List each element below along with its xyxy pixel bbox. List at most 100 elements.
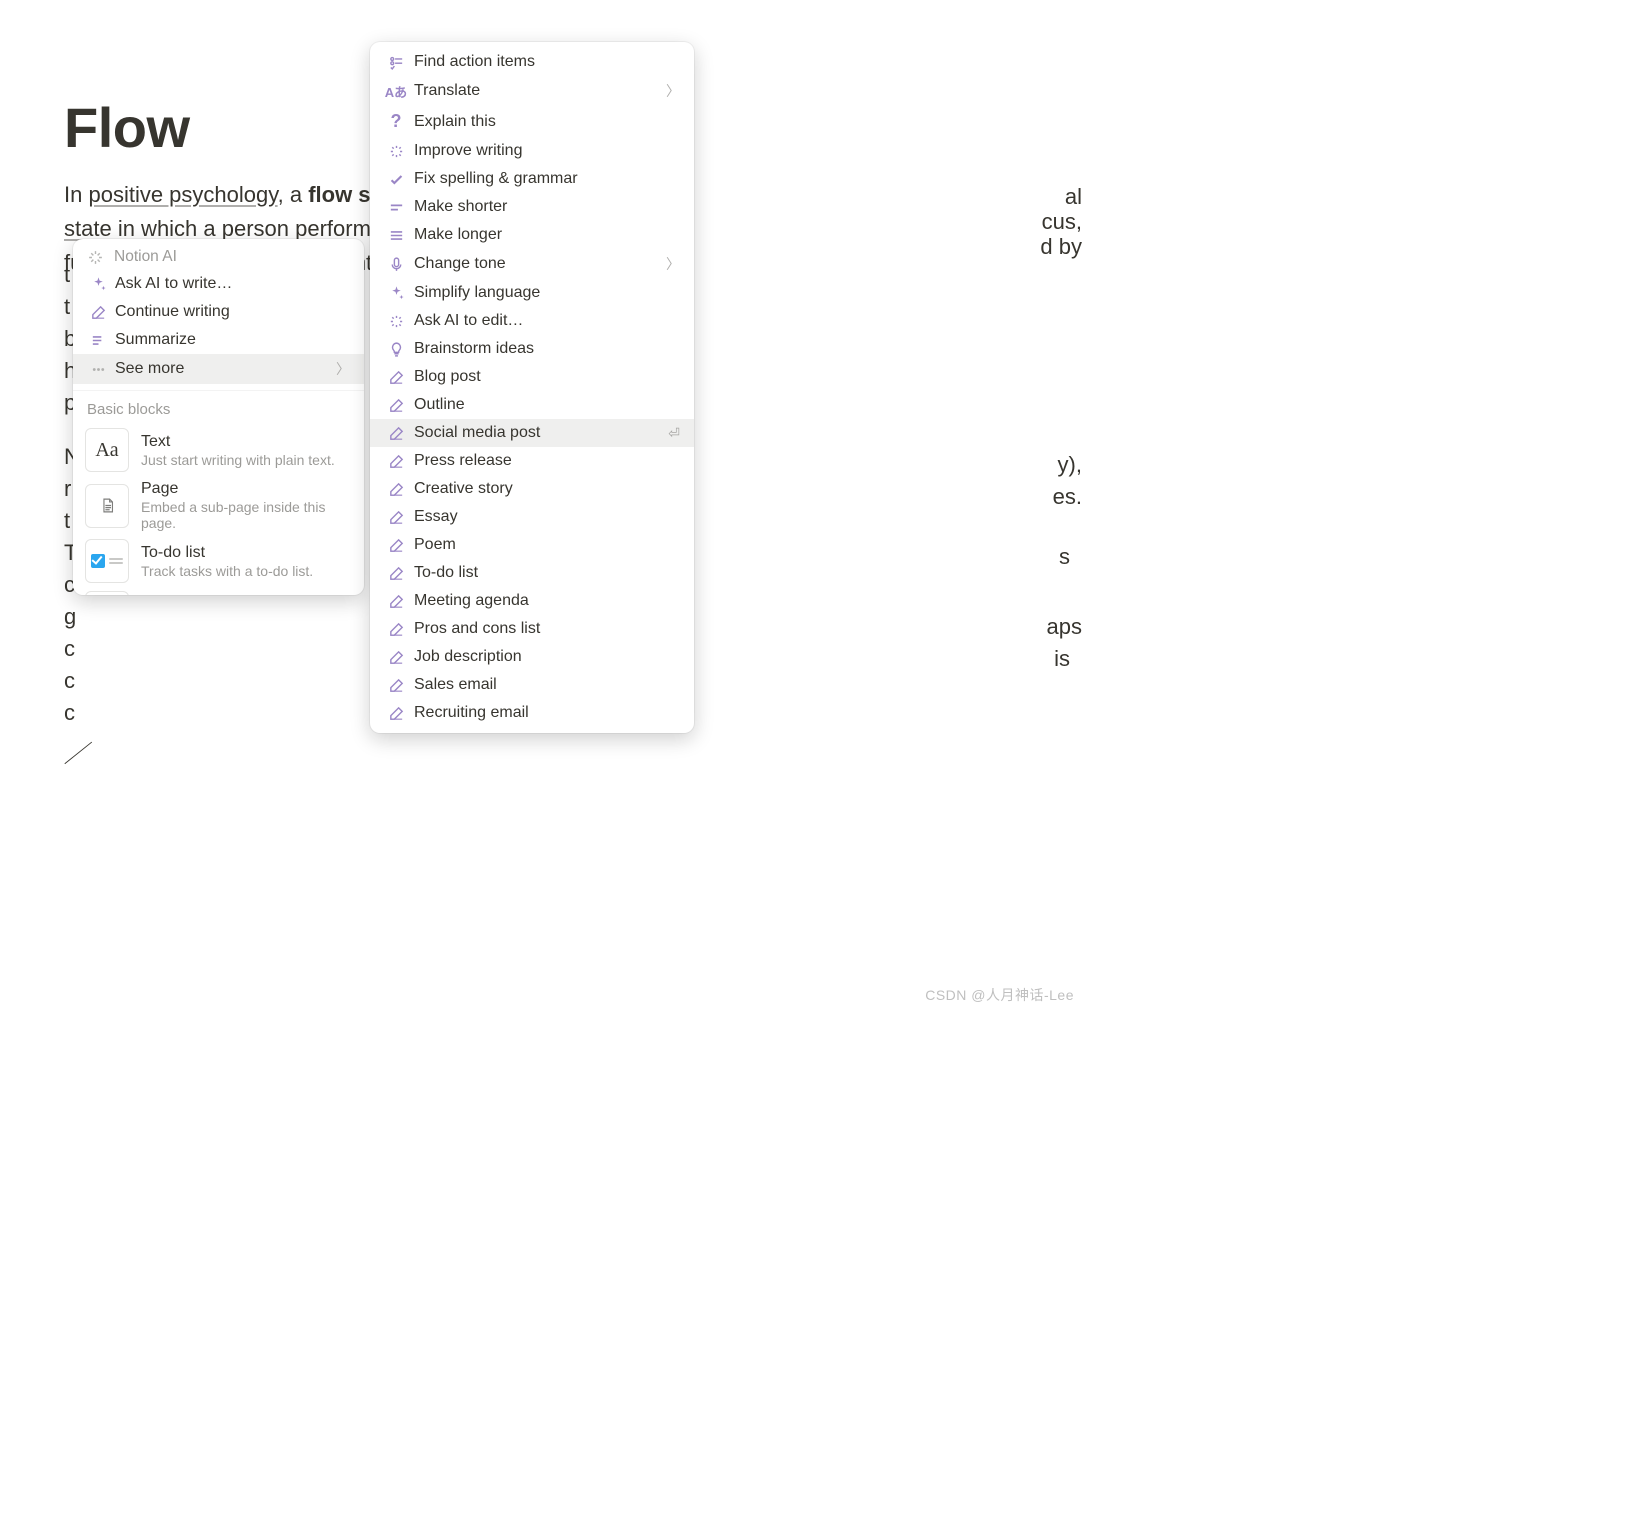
ai-action-label: Recruiting email	[414, 704, 529, 722]
pencil-icon	[384, 705, 408, 722]
ai-menu-item[interactable]: Ask AI to write…	[73, 270, 364, 298]
body-fragment: g	[64, 600, 76, 634]
short-icon	[384, 199, 408, 216]
divider	[73, 390, 364, 391]
translate-icon: Aあ	[384, 82, 408, 101]
watermark: CSDN @人月神话-Lee	[925, 985, 1074, 1005]
pencil-icon	[384, 677, 408, 694]
body-fragment: c	[64, 632, 75, 666]
pencil-icon	[384, 453, 408, 470]
block-thumb	[85, 484, 129, 528]
dots-icon	[87, 361, 109, 378]
ai-action-item[interactable]: ?Explain this	[370, 106, 694, 137]
ai-action-label: Outline	[414, 396, 465, 414]
ai-action-label: Translate	[414, 82, 480, 100]
ai-action-item[interactable]: Outline	[370, 391, 694, 419]
pencil-icon	[384, 565, 408, 582]
chevron-right-icon: 〉	[666, 254, 680, 274]
ai-action-item[interactable]: Fix spelling & grammar	[370, 165, 694, 193]
slash-menu-section-label: Notion AI	[114, 248, 177, 266]
block-option[interactable]: H1 Heading 1	[73, 587, 364, 595]
body-fragment: r	[64, 472, 71, 506]
ai-menu-item-label: Summarize	[115, 331, 196, 349]
ai-menu-item[interactable]: Summarize	[73, 326, 364, 354]
pencil-icon	[384, 425, 408, 442]
ai-action-label: Make longer	[414, 226, 502, 244]
ai-menu-item-label: Ask AI to write…	[115, 275, 232, 293]
ai-actions-popover: Find action items Aあ Translate 〉 ?Explain th…	[370, 42, 694, 733]
ai-action-item[interactable]: Improve writing	[370, 137, 694, 165]
ai-action-item[interactable]: Make longer	[370, 221, 694, 249]
sparkle-icon	[87, 249, 104, 266]
block-desc: Embed a sub-page inside this page.	[141, 499, 352, 531]
block-desc: Just start writing with plain text.	[141, 452, 335, 468]
block-option[interactable]: Aa Text Just start writing with plain te…	[73, 424, 364, 476]
ai-action-item[interactable]: Change tone〉	[370, 249, 694, 279]
pencil-icon	[384, 509, 408, 526]
ai-action-item[interactable]: Brainstorm ideas	[370, 335, 694, 363]
ai-action-item[interactable]: Social media post⏎	[370, 419, 694, 447]
body-fragment: t	[64, 504, 70, 538]
pencil-icon	[384, 369, 408, 386]
body-fragment: c	[64, 696, 75, 730]
ai-action-item[interactable]: Make shorter	[370, 193, 694, 221]
block-option[interactable]: Page Embed a sub-page inside this page.	[73, 476, 364, 535]
ai-action-item[interactable]: Job description	[370, 643, 694, 671]
caret-icon: ／	[64, 738, 88, 772]
ai-action-item[interactable]: Poem	[370, 531, 694, 559]
block-thumb: Aa	[85, 428, 129, 472]
quote-icon	[87, 332, 109, 349]
pencil-icon	[87, 304, 109, 321]
ai-action-item[interactable]: To-do list	[370, 559, 694, 587]
ai-action-item[interactable]: Ask AI to edit…	[370, 307, 694, 335]
block-title: Page	[141, 480, 352, 498]
ai-action-label: Social media post	[414, 424, 540, 442]
long-icon	[384, 227, 408, 244]
sparks-icon	[384, 313, 408, 330]
pencil-icon	[384, 481, 408, 498]
slash-menu-popover: Notion AI Ask AI to write… Continue writi…	[73, 239, 364, 595]
link-positive-psychology[interactable]: positive psychology	[88, 182, 277, 207]
body-fragment: t	[64, 258, 70, 292]
body-fragment: , a	[278, 182, 309, 207]
ai-action-item[interactable]: Essay	[370, 503, 694, 531]
link-state[interactable]: state	[64, 216, 112, 241]
body-fragment-right: aps	[1047, 610, 1082, 644]
ai-action-item[interactable]: Sales email	[370, 671, 694, 699]
ai-action-label: Fix spelling & grammar	[414, 170, 578, 188]
ai-action-label: Brainstorm ideas	[414, 340, 534, 358]
ai-action-item[interactable]: Aあ Translate 〉	[370, 76, 694, 106]
ai-menu-item[interactable]: See more〉	[73, 354, 364, 384]
sparkle-icon	[384, 285, 408, 302]
body-fragment-right: s	[1059, 540, 1070, 574]
ai-action-item[interactable]: Meeting agenda	[370, 587, 694, 615]
ai-action-item[interactable]: Recruiting email	[370, 699, 694, 727]
block-desc: Track tasks with a to-do list.	[141, 563, 313, 579]
ai-action-item[interactable]: Pros and cons list	[370, 615, 694, 643]
body-fragment-right: es.	[1053, 480, 1082, 514]
mic-icon	[384, 256, 408, 273]
block-title: To-do list	[141, 544, 313, 562]
ai-menu-item-label: See more	[115, 360, 184, 378]
ai-action-item[interactable]: Blog post	[370, 363, 694, 391]
ai-action-label: Pros and cons list	[414, 620, 540, 638]
ai-action-label: Ask AI to edit…	[414, 312, 523, 330]
sparkle-icon	[87, 276, 109, 293]
ai-action-label: Meeting agenda	[414, 592, 529, 610]
bulb-icon	[384, 341, 408, 358]
list-check-icon	[384, 54, 408, 71]
pencil-icon	[384, 621, 408, 638]
check-icon	[384, 171, 408, 188]
slash-menu-section-ai: Notion AI	[73, 239, 364, 270]
ai-action-label: Blog post	[414, 368, 481, 386]
ai-action-item[interactable]: Press release	[370, 447, 694, 475]
body-fragment-right: y),	[1058, 448, 1082, 482]
block-option[interactable]: To-do list Track tasks with a to-do list…	[73, 535, 364, 587]
ai-menu-item[interactable]: Continue writing	[73, 298, 364, 326]
chevron-right-icon: 〉	[666, 81, 680, 101]
ai-action-item[interactable]: Creative story	[370, 475, 694, 503]
body-fragment: c	[64, 664, 75, 698]
ai-action-item[interactable]: Simplify language	[370, 279, 694, 307]
ai-action-item[interactable]: Find action items	[370, 48, 694, 76]
block-title: Text	[141, 433, 335, 451]
